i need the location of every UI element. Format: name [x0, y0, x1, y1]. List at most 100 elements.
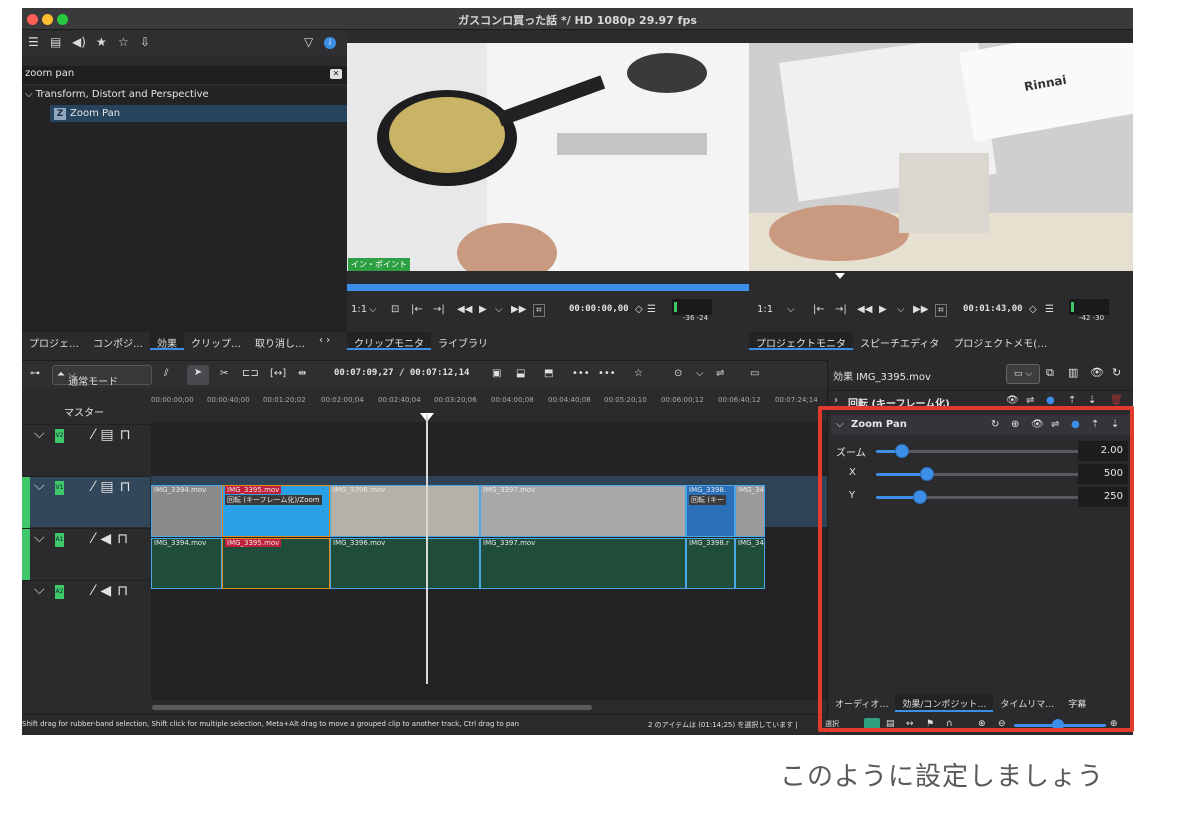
- audio-clip[interactable]: IMG_3396.mov: [330, 538, 480, 589]
- move-up-icon[interactable]: ⇡: [1068, 395, 1076, 406]
- zone-icon[interactable]: •••: [598, 368, 616, 379]
- track-settings-icon[interactable]: ⊶: [30, 368, 40, 379]
- track-header-a1[interactable]: ⌵ A1 ⁄◀⊓: [22, 528, 150, 580]
- effect-item-zoom-pan[interactable]: Z Zoom Pan: [50, 105, 347, 122]
- fast-forward-icon[interactable]: ▶▶: [913, 304, 928, 315]
- lift-icon[interactable]: •••: [572, 368, 590, 379]
- timecode-spin-icon[interactable]: ◇: [635, 304, 643, 315]
- chevron-down-icon[interactable]: ⌵: [787, 304, 795, 315]
- subtitle-icon[interactable]: ▭: [750, 368, 759, 379]
- set-in-icon[interactable]: |←: [813, 304, 825, 315]
- rewind-icon[interactable]: ◀◀: [457, 304, 472, 315]
- track-icons[interactable]: ⁄◀⊓: [92, 531, 134, 547]
- favorite-star-icon[interactable]: ☆: [634, 368, 643, 379]
- clip-monitor-ruler[interactable]: [347, 271, 749, 293]
- audio-clip[interactable]: IMG_3397.mov: [480, 538, 686, 589]
- video-clip[interactable]: IMG_34: [735, 485, 765, 537]
- video-clip[interactable]: IMG_3398. 回転 (キー: [686, 485, 735, 537]
- tab-clip-monitor[interactable]: クリップモニタ: [347, 332, 431, 350]
- eye-icon[interactable]: 👁: [1090, 366, 1104, 379]
- track-icons[interactable]: ⁄▤⊓: [92, 479, 137, 495]
- chevron-down-icon[interactable]: ⌵: [696, 368, 704, 379]
- video-clip[interactable]: IMG_3396.mov: [330, 485, 480, 537]
- track-icons[interactable]: ⁄◀⊓: [92, 583, 134, 599]
- fast-forward-icon[interactable]: ▶▶: [511, 304, 526, 315]
- collapse-icon[interactable]: ⌵: [34, 426, 45, 442]
- chevron-down-icon[interactable]: ⌵: [369, 304, 377, 315]
- timeline-scrollbar[interactable]: [152, 705, 592, 710]
- record-icon[interactable]: ⊙: [674, 368, 682, 379]
- audio-clip[interactable]: IMG_34: [735, 538, 765, 589]
- play-icon[interactable]: ▶: [479, 304, 487, 315]
- set-out-icon[interactable]: →|: [835, 304, 847, 315]
- clip-monitor-video[interactable]: イン・ポイント: [347, 43, 749, 271]
- timeline-area[interactable]: 00:00:00;00 00:00:40;00 00:01:20;02 00:0…: [151, 390, 827, 700]
- tab-speech-editor[interactable]: スピーチエディタ: [853, 332, 946, 350]
- effects-search-field[interactable]: zoom pan ✕: [22, 66, 347, 84]
- rewind-icon[interactable]: ◀◀: [857, 304, 872, 315]
- expand-icon[interactable]: ›: [834, 395, 838, 406]
- track-icons[interactable]: ⁄▤⊓: [92, 427, 137, 443]
- play-menu-icon[interactable]: ⌵: [897, 304, 905, 315]
- audio-effects-icon[interactable]: ◀): [72, 35, 86, 49]
- select-tool-icon[interactable]: ➤: [187, 365, 209, 385]
- video-effects-icon[interactable]: ▤: [50, 35, 61, 49]
- reset-icon[interactable]: ↻: [1112, 366, 1121, 379]
- project-timecode[interactable]: 00:01:43,00: [963, 304, 1023, 314]
- delete-icon[interactable]: 🗑: [1110, 395, 1123, 406]
- ripple-tool-icon[interactable]: [↔]: [270, 368, 286, 379]
- fullscreen-icon[interactable]: ⌗: [935, 304, 947, 317]
- extract-icon[interactable]: ⬒: [544, 368, 553, 379]
- playhead-line[interactable]: [426, 414, 428, 684]
- info-icon[interactable]: ●: [1046, 395, 1055, 406]
- collapse-icon[interactable]: ⌵: [34, 478, 45, 494]
- insert-icon[interactable]: ▣: [492, 368, 501, 379]
- play-icon[interactable]: ▶: [879, 304, 887, 315]
- effect-category[interactable]: ⌵ Transform, Distort and Perspective: [25, 89, 209, 100]
- overwrite-icon[interactable]: ⬓: [516, 368, 525, 379]
- list-view-icon[interactable]: ☰: [28, 35, 39, 49]
- video-clip[interactable]: IMG_3394.mov: [151, 485, 222, 537]
- video-clip-selected[interactable]: IMG_3395.mov 回転 (キーフレーム化)/Zoom: [222, 485, 330, 537]
- set-out-icon[interactable]: →|: [433, 304, 445, 315]
- tab-library[interactable]: ライブラリ: [431, 332, 495, 350]
- spacer-tool-icon[interactable]: ⊏⊐: [242, 368, 259, 379]
- mixer-icon[interactable]: ⇌: [716, 368, 724, 379]
- track-header-v2[interactable]: ⌵ V2 ⁄▤⊓: [22, 424, 150, 475]
- tab-effects[interactable]: 効果: [150, 332, 184, 350]
- safe-zone-icon[interactable]: ⊡: [391, 304, 399, 315]
- razor-group-icon[interactable]: ⫽: [164, 368, 168, 379]
- menu-icon[interactable]: ☰: [647, 304, 656, 315]
- tab-project-notes[interactable]: プロジェクトメモ(…: [946, 332, 1054, 350]
- timeline-ruler[interactable]: 00:00:00;00 00:00:40;00 00:01:20;02 00:0…: [151, 390, 827, 422]
- split-view-icon[interactable]: ▥: [1068, 366, 1078, 379]
- audio-clip[interactable]: IMG_3394.mov: [151, 538, 222, 589]
- audio-clip[interactable]: IMG_3398.r: [686, 538, 735, 589]
- copy-icon[interactable]: ⧉: [1046, 366, 1054, 380]
- tab-compositions[interactable]: コンポジ…: [86, 332, 150, 350]
- filter-icon[interactable]: ▽: [304, 35, 313, 49]
- custom-effects-icon[interactable]: ★: [96, 35, 107, 49]
- eye-icon[interactable]: 👁: [1006, 395, 1019, 406]
- project-playhead-icon[interactable]: [835, 273, 845, 279]
- tab-undo[interactable]: 取り消し…: [248, 332, 312, 350]
- timecode-spin-icon[interactable]: ◇: [1029, 304, 1037, 315]
- tab-clip[interactable]: クリップ…: [184, 332, 248, 350]
- edit-mode-select[interactable]: ⏶ 通常モード ⌵: [52, 365, 152, 388]
- collapse-icon[interactable]: ⌵: [34, 582, 45, 598]
- project-monitor-video[interactable]: Rinnai: [749, 43, 1133, 271]
- slip-tool-icon[interactable]: ⇹: [298, 368, 306, 379]
- settings-icon[interactable]: ⇌: [1026, 395, 1034, 406]
- set-in-icon[interactable]: |←: [411, 304, 423, 315]
- tab-scroll-arrows[interactable]: ‹ ›: [312, 332, 337, 350]
- favorites-icon[interactable]: ☆: [118, 35, 129, 49]
- razor-tool-icon[interactable]: ✂: [220, 368, 228, 379]
- tab-project-monitor[interactable]: プロジェクトモニタ: [749, 332, 853, 350]
- clip-timecode[interactable]: 00:00:00,00: [569, 304, 629, 314]
- play-menu-icon[interactable]: ⌵: [495, 304, 503, 315]
- track-header-a2[interactable]: ⌵ A2 ⁄◀⊓: [22, 580, 150, 631]
- tab-project[interactable]: プロジェ…: [22, 332, 86, 350]
- info-icon[interactable]: i: [324, 37, 336, 49]
- project-zoom-label[interactable]: 1:1: [757, 304, 773, 315]
- menu-icon[interactable]: ☰: [1045, 304, 1054, 315]
